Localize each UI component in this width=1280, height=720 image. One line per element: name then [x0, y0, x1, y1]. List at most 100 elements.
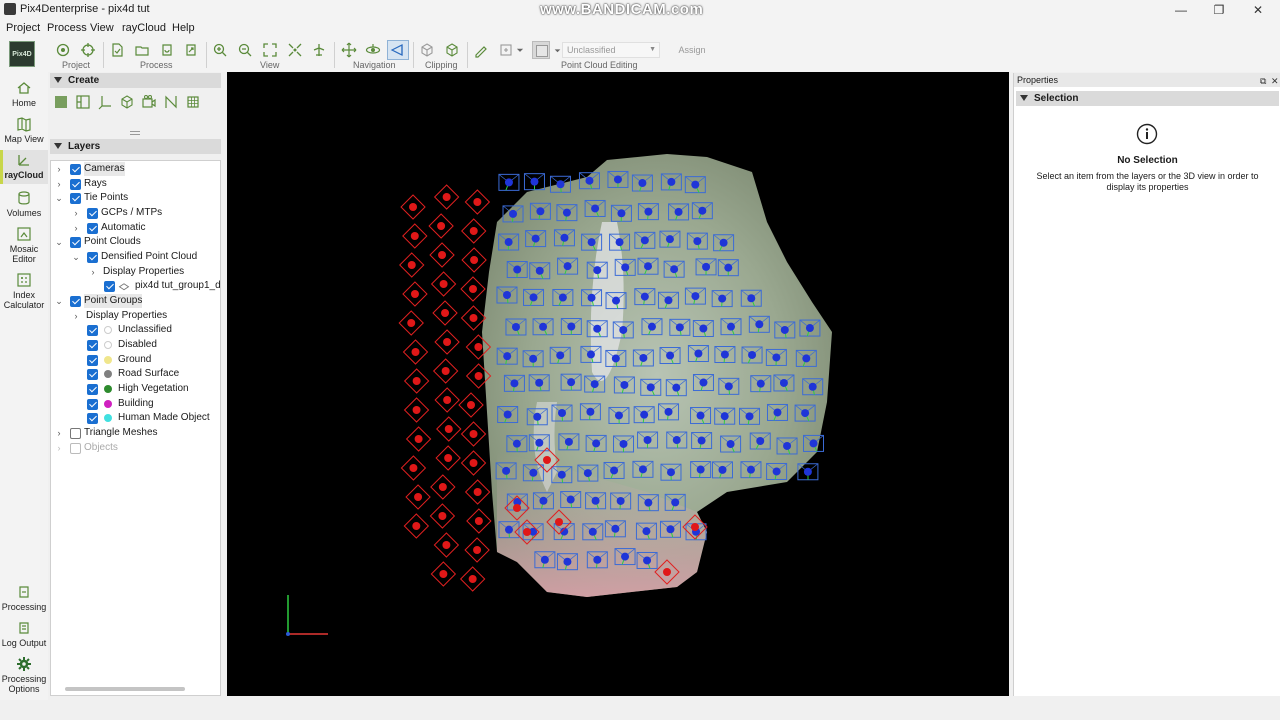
tree-row-building[interactable]: Building: [51, 397, 220, 411]
menu-help[interactable]: Help: [172, 22, 195, 34]
tree-row-automatic[interactable]: › Automatic: [51, 221, 220, 235]
new-project-button[interactable]: [52, 40, 74, 60]
tree-row-cameras[interactable]: › Cameras: [51, 162, 220, 176]
tree-row-densified[interactable]: ⌄ Densified Point Cloud: [51, 250, 220, 264]
checkbox-road-surface[interactable]: [87, 369, 98, 380]
checkbox-densified[interactable]: [87, 252, 98, 263]
checkbox-group1[interactable]: [104, 281, 115, 292]
camera-view-button[interactable]: [308, 40, 330, 60]
checkbox-human-made[interactable]: [87, 413, 98, 424]
new-polyline-button[interactable]: [75, 94, 93, 112]
tree-row-disabled[interactable]: Disabled: [51, 338, 220, 352]
tree-row-point-groups[interactable]: ⌄ Point Groups: [51, 294, 220, 308]
clipping-box-button[interactable]: [416, 40, 438, 60]
zoom-extent-button[interactable]: [259, 40, 281, 60]
process-step3-button[interactable]: [156, 40, 178, 60]
chevron-right-icon[interactable]: ›: [54, 162, 64, 176]
checkbox-tie-points[interactable]: [70, 193, 81, 204]
edit-points-button[interactable]: [470, 40, 492, 60]
nav-volumes[interactable]: Volumes: [0, 190, 48, 222]
trackball-nav-button[interactable]: [338, 40, 360, 60]
new-axis-button[interactable]: [97, 94, 115, 112]
panel-splitter[interactable]: [130, 131, 140, 135]
close-button[interactable]: ✕: [1243, 1, 1273, 19]
nav-processing-options[interactable]: Processing Options: [0, 656, 48, 698]
clipping-box-edit-button[interactable]: [441, 40, 463, 60]
chevron-right-icon[interactable]: ›: [54, 177, 64, 191]
checkbox-high-vegetation[interactable]: [87, 384, 98, 395]
3d-view[interactable]: [227, 72, 1009, 696]
checkbox-cameras[interactable]: [70, 164, 81, 175]
chevron-down-icon[interactable]: ⌄: [54, 235, 64, 249]
nav-raycloud[interactable]: rayCloud: [0, 150, 48, 184]
tree-row-road-surface[interactable]: Road Surface: [51, 367, 220, 381]
checkbox-gcps[interactable]: [87, 208, 98, 219]
nav-index-calculator[interactable]: Index Calculator: [0, 272, 48, 316]
checkbox-point-clouds[interactable]: [70, 237, 81, 248]
nav-map-view[interactable]: Map View: [0, 116, 48, 148]
new-grid-button[interactable]: [185, 94, 203, 112]
zoom-out-button[interactable]: [234, 40, 256, 60]
tree-row-human-made[interactable]: Human Made Object: [51, 411, 220, 425]
checkbox-point-groups[interactable]: [70, 296, 81, 307]
new-measure-button[interactable]: [163, 94, 181, 112]
create-panel-header[interactable]: Create: [50, 73, 221, 88]
chevron-right-icon[interactable]: ›: [71, 221, 81, 235]
checkbox-triangle-meshes[interactable]: [70, 428, 81, 439]
tree-row-display-props-pg[interactable]: › Display Properties: [51, 309, 220, 323]
tree-row-tie-points[interactable]: ⌄ Tie Points: [51, 191, 220, 205]
chevron-right-icon[interactable]: ›: [71, 206, 81, 220]
menu-raycloud[interactable]: rayCloud: [122, 22, 166, 34]
menu-view[interactable]: View: [90, 22, 114, 34]
close-panel-button[interactable]: ✕: [1271, 74, 1279, 88]
chevron-right-icon[interactable]: ›: [71, 309, 81, 323]
tree-row-display-props-pc[interactable]: › Display Properties: [51, 265, 220, 279]
menu-process[interactable]: Process: [47, 22, 87, 34]
tree-row-gcps[interactable]: › GCPs / MTPs: [51, 206, 220, 220]
color-swatch[interactable]: [532, 41, 550, 59]
checkbox-building[interactable]: [87, 399, 98, 410]
tree-row-objects[interactable]: › Objects: [51, 441, 220, 455]
minimize-button[interactable]: —: [1166, 1, 1196, 19]
nav-log-output[interactable]: Log Output: [0, 620, 48, 654]
checkbox-disabled[interactable]: [87, 340, 98, 351]
point-cloud-scene[interactable]: [227, 72, 1009, 696]
chevron-right-icon[interactable]: ›: [88, 265, 98, 279]
assign-button[interactable]: Assign: [671, 42, 713, 58]
horizontal-scrollbar[interactable]: [65, 687, 185, 691]
color-dropdown[interactable]: [552, 40, 562, 60]
new-video-animation-button[interactable]: [141, 94, 159, 112]
first-person-nav-button[interactable]: [362, 40, 384, 60]
maximize-button[interactable]: ❐: [1204, 1, 1234, 19]
gcp-manager-button[interactable]: [77, 40, 99, 60]
checkbox-unclassified[interactable]: [87, 325, 98, 336]
process-step2-button[interactable]: [131, 40, 153, 60]
new-surface-button[interactable]: [53, 94, 71, 112]
selection-mode-dropdown[interactable]: [514, 40, 526, 60]
nav-processing[interactable]: Processing: [0, 584, 48, 618]
selection-header[interactable]: Selection: [1016, 91, 1279, 106]
class-select[interactable]: Unclassified ▼: [562, 42, 660, 58]
tree-row-group1[interactable]: pix4d tut_group1_d: [51, 279, 220, 293]
chevron-right-icon[interactable]: ›: [54, 426, 64, 440]
zoom-in-button[interactable]: [209, 40, 231, 60]
standard-nav-button[interactable]: [387, 40, 409, 60]
tree-row-triangle-meshes[interactable]: › Triangle Meshes: [51, 426, 220, 440]
process-run-button[interactable]: [180, 40, 202, 60]
fit-view-button[interactable]: [284, 40, 306, 60]
chevron-down-icon[interactable]: ⌄: [54, 191, 64, 205]
menu-project[interactable]: Project: [6, 22, 40, 34]
tree-row-rays[interactable]: › Rays: [51, 177, 220, 191]
chevron-down-icon[interactable]: ⌄: [54, 294, 64, 308]
new-volume-button[interactable]: [119, 94, 137, 112]
tree-row-unclassified[interactable]: Unclassified: [51, 323, 220, 337]
checkbox-objects[interactable]: [70, 443, 81, 454]
float-panel-button[interactable]: ⧉: [1260, 74, 1266, 88]
tree-row-point-clouds[interactable]: ⌄ Point Clouds: [51, 235, 220, 249]
checkbox-rays[interactable]: [70, 179, 81, 190]
nav-home[interactable]: Home: [0, 80, 48, 114]
chevron-down-icon[interactable]: ⌄: [71, 250, 81, 264]
layers-panel-header[interactable]: Layers: [50, 139, 221, 154]
checkbox-ground[interactable]: [87, 355, 98, 366]
process-step1-button[interactable]: [106, 40, 128, 60]
